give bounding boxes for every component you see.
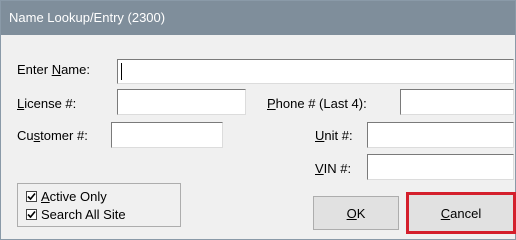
checkmark-icon bbox=[27, 192, 36, 201]
unit-label: Unit #: bbox=[315, 128, 353, 143]
unit-field[interactable] bbox=[367, 122, 514, 148]
enter-name-field[interactable] bbox=[117, 59, 514, 84]
options-group: Active Only Search All Site bbox=[17, 183, 181, 227]
active-only-label: Active Only bbox=[41, 189, 107, 204]
phone-label: Phone # (Last 4): bbox=[267, 96, 367, 111]
search-all-site-checkbox[interactable]: Search All Site bbox=[26, 207, 126, 222]
license-field[interactable] bbox=[117, 89, 246, 115]
window-title: Name Lookup/Entry (2300) bbox=[9, 10, 166, 25]
phone-field[interactable] bbox=[400, 89, 514, 115]
license-label: License #: bbox=[17, 96, 77, 111]
customer-field[interactable] bbox=[111, 122, 223, 148]
cancel-button[interactable]: Cancel bbox=[406, 192, 516, 234]
search-all-site-label: Search All Site bbox=[41, 207, 126, 222]
active-only-check-box[interactable] bbox=[26, 191, 37, 202]
text-caret bbox=[121, 63, 122, 80]
active-only-checkbox[interactable]: Active Only bbox=[26, 189, 107, 204]
vin-field[interactable] bbox=[367, 154, 514, 180]
ok-button[interactable]: OK bbox=[313, 196, 399, 230]
customer-label: Customer #: bbox=[17, 128, 88, 143]
enter-name-label: Enter Name: bbox=[17, 62, 90, 77]
search-all-site-check-box[interactable] bbox=[26, 209, 37, 220]
vin-label: VIN #: bbox=[315, 161, 352, 176]
title-bar: Name Lookup/Entry (2300) bbox=[1, 1, 515, 35]
name-lookup-dialog: Name Lookup/Entry (2300) Enter Name: Lic… bbox=[0, 0, 516, 240]
checkmark-icon bbox=[27, 210, 36, 219]
